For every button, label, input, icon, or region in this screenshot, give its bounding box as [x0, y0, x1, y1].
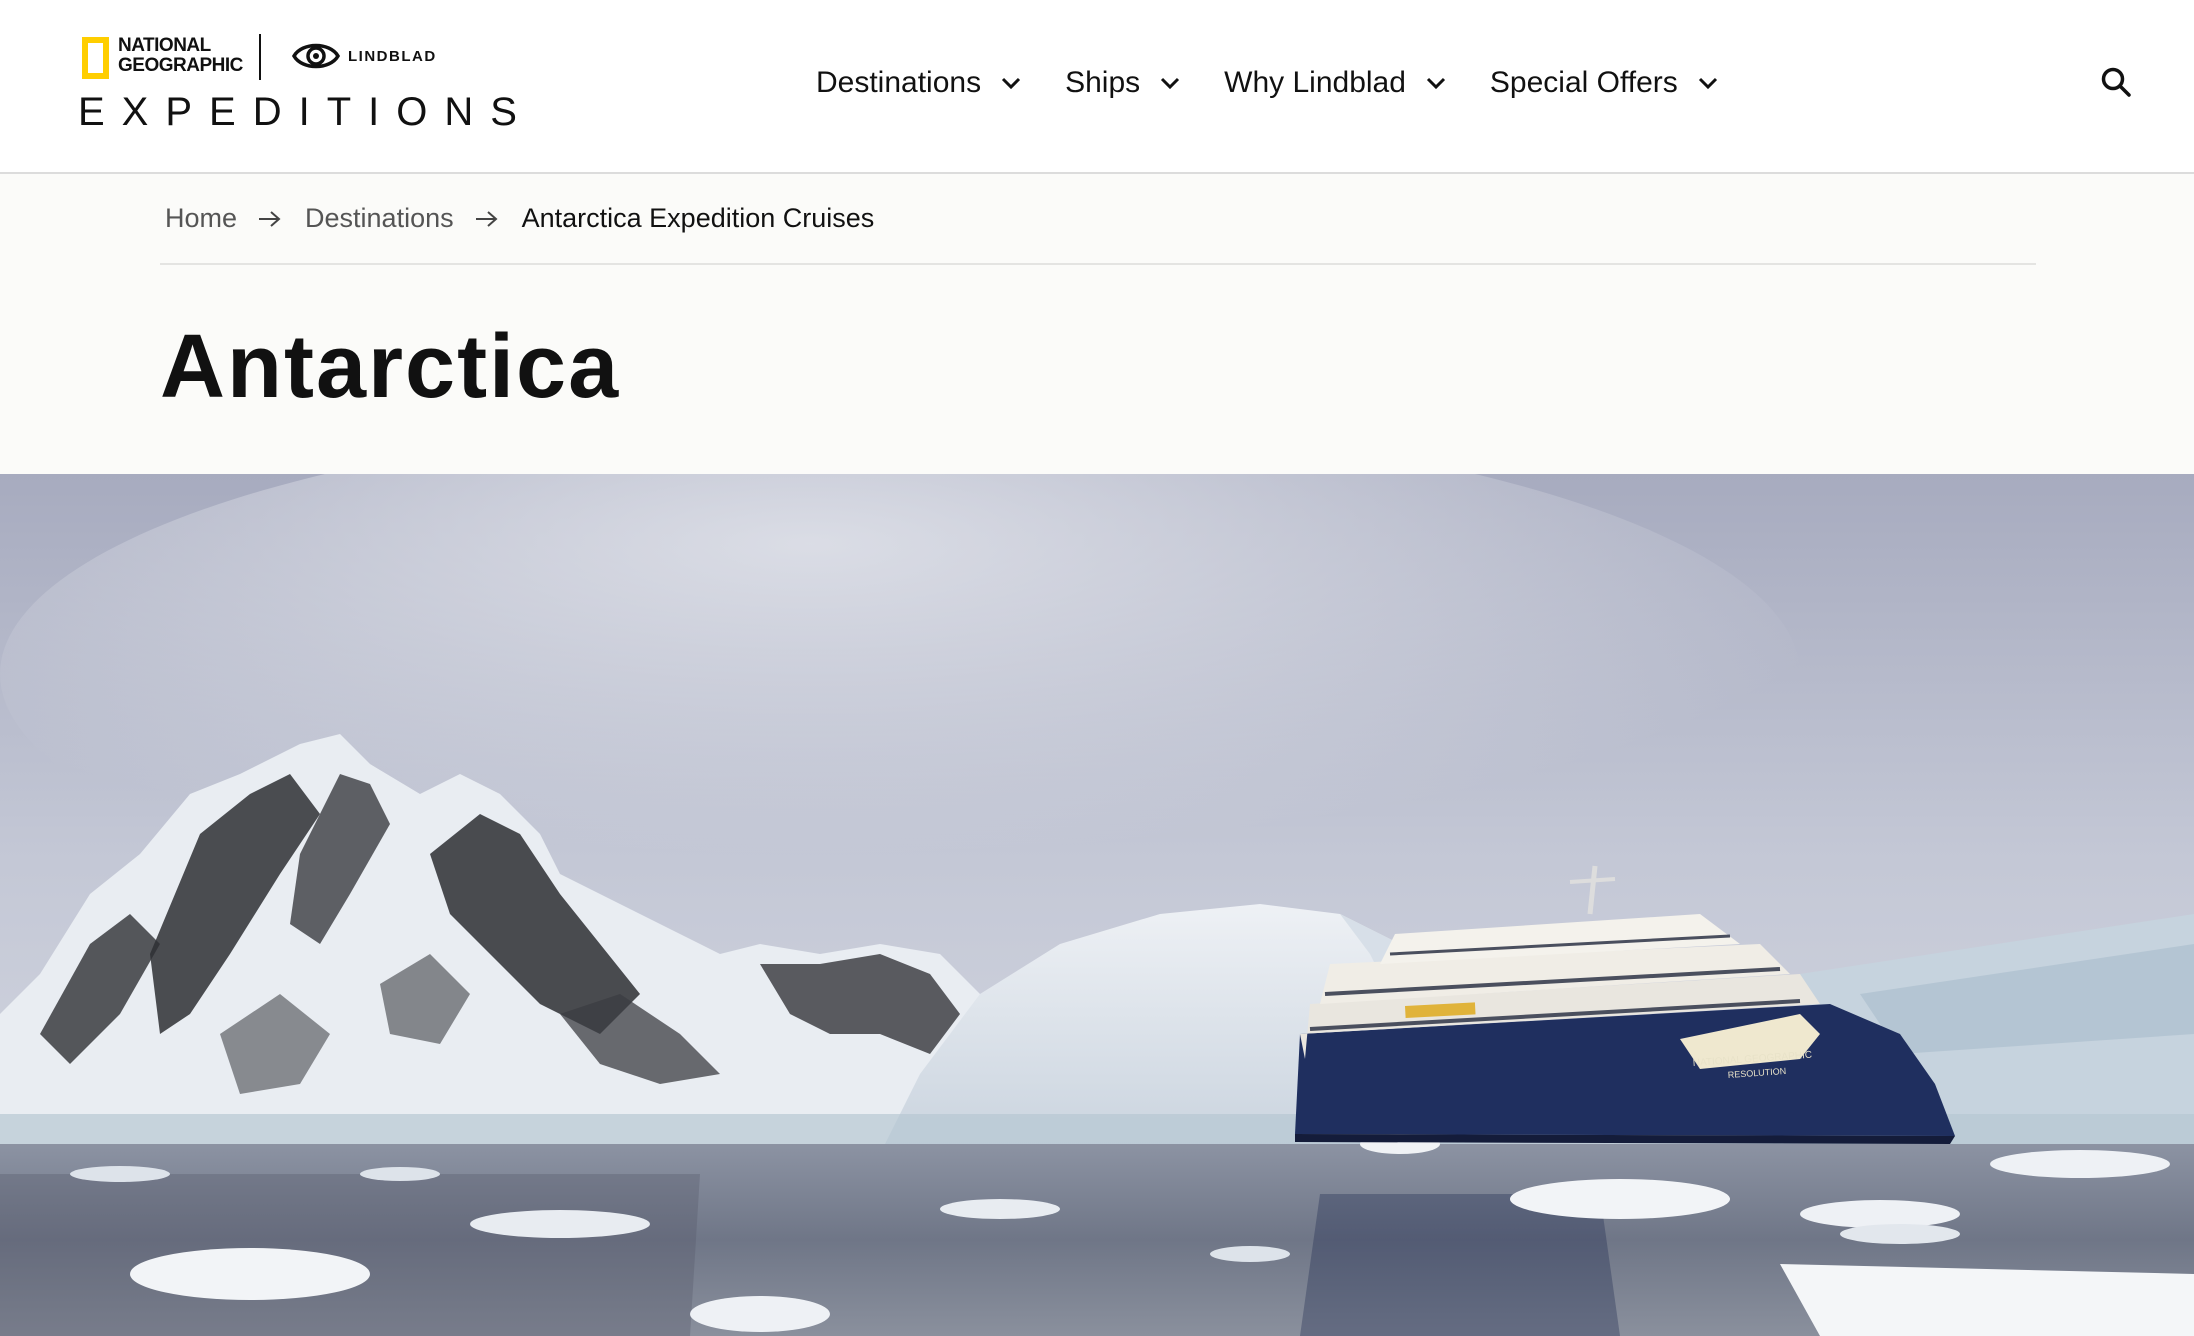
- main-nav: Destinations Ships Why Lindblad Special …: [816, 58, 1762, 108]
- lindblad-wordmark: LINDBLAD: [348, 48, 437, 65]
- breadcrumb: Home Destinations Antarctica Expedition …: [160, 174, 2036, 265]
- site-header: NATIONAL GEOGRAPHIC LINDBLAD EXPEDITIONS…: [0, 0, 2194, 174]
- hero-image: NATIONAL GEOGRAPHIC RESOLUTION: [0, 474, 2194, 1336]
- logo-divider: [259, 34, 261, 80]
- arrow-right-icon: [259, 210, 281, 227]
- brand-logo[interactable]: NATIONAL GEOGRAPHIC LINDBLAD EXPEDITIONS: [78, 34, 517, 134]
- breadcrumb-destinations[interactable]: Destinations: [305, 203, 454, 234]
- ng-line-1: NATIONAL: [118, 35, 211, 56]
- chevron-down-icon: [1161, 77, 1180, 90]
- lindblad-eye-icon: [292, 43, 340, 69]
- nav-item-ships[interactable]: Ships: [1065, 66, 1182, 100]
- nav-item-why-lindblad[interactable]: Why Lindblad: [1224, 66, 1448, 100]
- chevron-down-icon: [1426, 77, 1445, 90]
- nav-item-special-offers[interactable]: Special Offers: [1490, 66, 1720, 100]
- national-geographic-wordmark: NATIONAL GEOGRAPHIC: [118, 36, 243, 76]
- chevron-down-icon: [1698, 77, 1717, 90]
- page-title: Antarctica: [160, 317, 621, 417]
- nav-item-label: Special Offers: [1489, 66, 1678, 99]
- antarctica-ship-scene: NATIONAL GEOGRAPHIC RESOLUTION: [0, 474, 2194, 1336]
- nav-item-label: Ships: [1065, 66, 1141, 99]
- chevron-down-icon: [1002, 77, 1021, 90]
- nav-item-label: Why Lindblad: [1224, 66, 1406, 99]
- nav-item-destinations[interactable]: Destinations: [816, 66, 1023, 100]
- breadcrumb-home[interactable]: Home: [165, 203, 237, 234]
- expeditions-wordmark: EXPEDITIONS: [78, 90, 534, 134]
- breadcrumb-current: Antarctica Expedition Cruises: [521, 203, 875, 233]
- arrow-right-icon: [475, 210, 498, 227]
- search-icon: [2101, 67, 2131, 97]
- national-geographic-yellow-border-icon: [82, 37, 109, 79]
- search-button[interactable]: [2100, 66, 2132, 98]
- ng-line-2: GEOGRAPHIC: [118, 55, 243, 76]
- nav-item-label: Destinations: [816, 66, 982, 99]
